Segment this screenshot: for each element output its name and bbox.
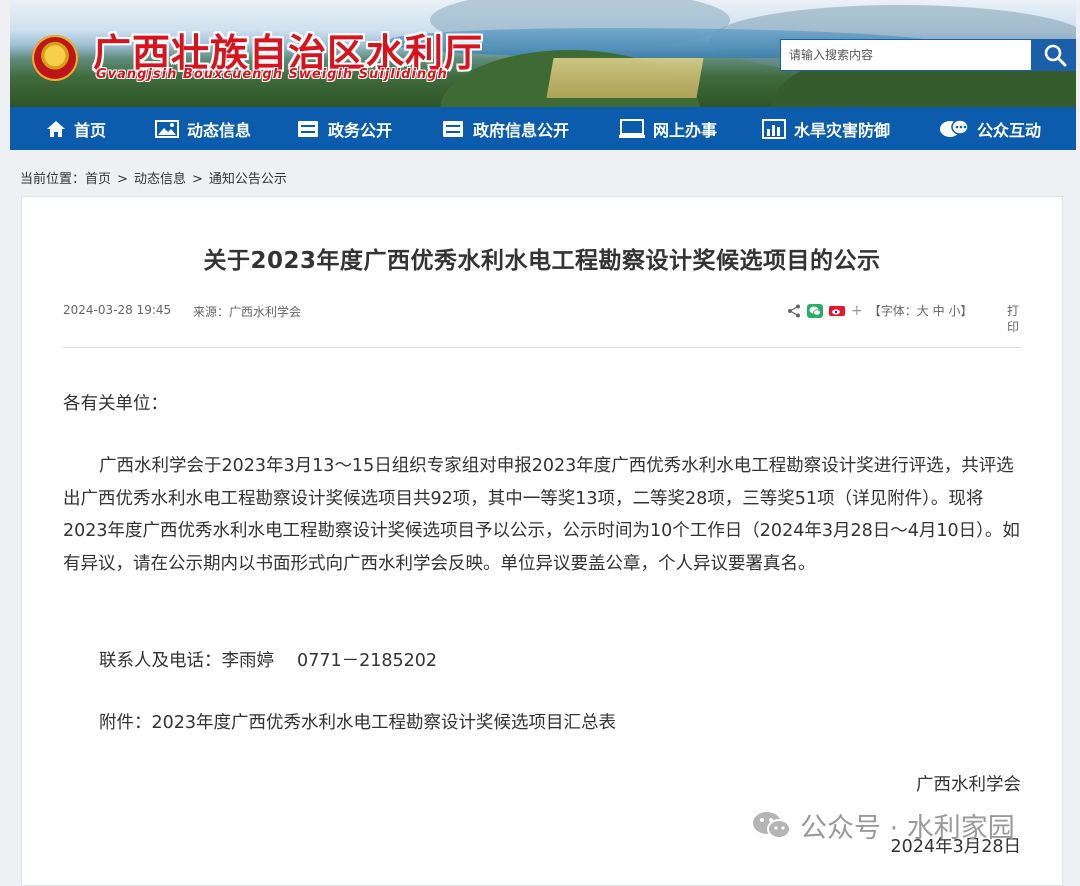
banner-dam (546, 58, 704, 98)
watermark-text: 公众号 · 水利家园 (800, 813, 1015, 844)
article-paragraph: 广西水利学会于2023年3月13～15日组织专家组对申报2023年度广西优秀水利… (63, 456, 1020, 574)
nav-item-flood-drought-defense[interactable]: 水旱灾害防御 (762, 107, 890, 150)
article-source: 来源：广西水利学会 (193, 305, 302, 319)
wechat-logo-icon (753, 811, 791, 839)
wechat-icon[interactable] (807, 303, 823, 318)
share-icon[interactable] (787, 304, 801, 318)
national-emblem-icon (32, 35, 78, 81)
nav-item-label: 公众互动 (977, 120, 1042, 140)
nav-item-label: 网上办事 (653, 120, 718, 140)
breadcrumb-link-news[interactable]: 动态信息 (134, 172, 186, 187)
nav-item-label: 首页 (74, 120, 107, 140)
article-attachment-link[interactable]: 附件：2023年度广西优秀水利水电工程勘察设计奖候选项目汇总表 (63, 707, 1023, 740)
font-size-label-close: 】 (960, 304, 973, 318)
article-datetime: 2024-03-28 19:45 (63, 303, 172, 317)
font-size-label-open: 【字体： (868, 304, 917, 318)
font-size-small-button[interactable]: 小 (948, 304, 960, 318)
watermark: 公众号 · 水利家园 (752, 806, 1015, 845)
nav-item-label: 政府信息公开 (473, 120, 570, 140)
nav-item-label: 动态信息 (187, 120, 252, 140)
nav-item-info-disclosure[interactable]: 政府信息公开 (441, 107, 569, 150)
breadcrumb-prefix: 当前位置： (20, 172, 86, 187)
main-nav: 首页 动态信息 政务公开 政府信息公开 网上办事 水旱灾害防御 公众互动 (10, 107, 1076, 150)
breadcrumb-separator: > (191, 172, 203, 187)
search-box (780, 39, 1076, 71)
search-input[interactable] (780, 39, 1032, 71)
breadcrumb: 当前位置：首页 > 动态信息 > 通知公告公示 (20, 168, 293, 187)
chat-icon (940, 118, 969, 137)
search-button[interactable] (1032, 39, 1076, 71)
article-tools: + 【字体：大 中 小】 (787, 302, 972, 319)
site-subtitle: Gvangjsih Bouxcuengh Sweigih Suijlidingh (96, 67, 448, 82)
image-icon (155, 119, 179, 138)
breadcrumb-separator: > (117, 172, 128, 187)
home-icon (47, 120, 65, 137)
nav-item-news[interactable]: 动态信息 (155, 107, 251, 150)
article-salutation: 各有关单位： (63, 394, 168, 414)
print-button[interactable]: 打印 (1007, 303, 1021, 335)
article-contact: 联系人及电话：李雨婷 0771－2185202 (99, 651, 438, 671)
font-size-selector: 【字体：大 中 小】 (869, 302, 973, 319)
cabinet-icon (443, 120, 463, 137)
nav-item-online-services[interactable]: 网上办事 (619, 107, 717, 150)
bar-chart-icon (762, 118, 786, 139)
font-size-large-button[interactable]: 大 (917, 304, 929, 318)
article-signature: 广西水利学会 (916, 775, 1021, 795)
nav-item-public-interaction[interactable]: 公众互动 (939, 107, 1041, 150)
nav-item-label: 水旱灾害防御 (794, 120, 891, 140)
breadcrumb-link-notices[interactable]: 通知公告公示 (209, 172, 287, 187)
breadcrumb-link-home[interactable]: 首页 (85, 172, 111, 187)
search-icon (1044, 44, 1066, 67)
nav-item-government-affairs[interactable]: 政务公开 (296, 107, 392, 150)
weibo-icon[interactable] (829, 304, 845, 318)
share-more-icon[interactable]: + (851, 303, 863, 319)
cabinet-icon (298, 120, 318, 137)
font-size-medium-button[interactable]: 中 (933, 304, 945, 318)
nav-item-home[interactable]: 首页 (46, 107, 106, 150)
header-banner: 广西壮族自治区水利厅 Gvangjsih Bouxcuengh Sweigih … (10, 0, 1076, 107)
article-divider (63, 347, 1021, 348)
nav-item-label: 政务公开 (328, 120, 393, 140)
article-title: 关于2023年度广西优秀水利水电工程勘察设计奖候选项目的公示 (203, 248, 881, 274)
monitor-icon (619, 118, 645, 138)
